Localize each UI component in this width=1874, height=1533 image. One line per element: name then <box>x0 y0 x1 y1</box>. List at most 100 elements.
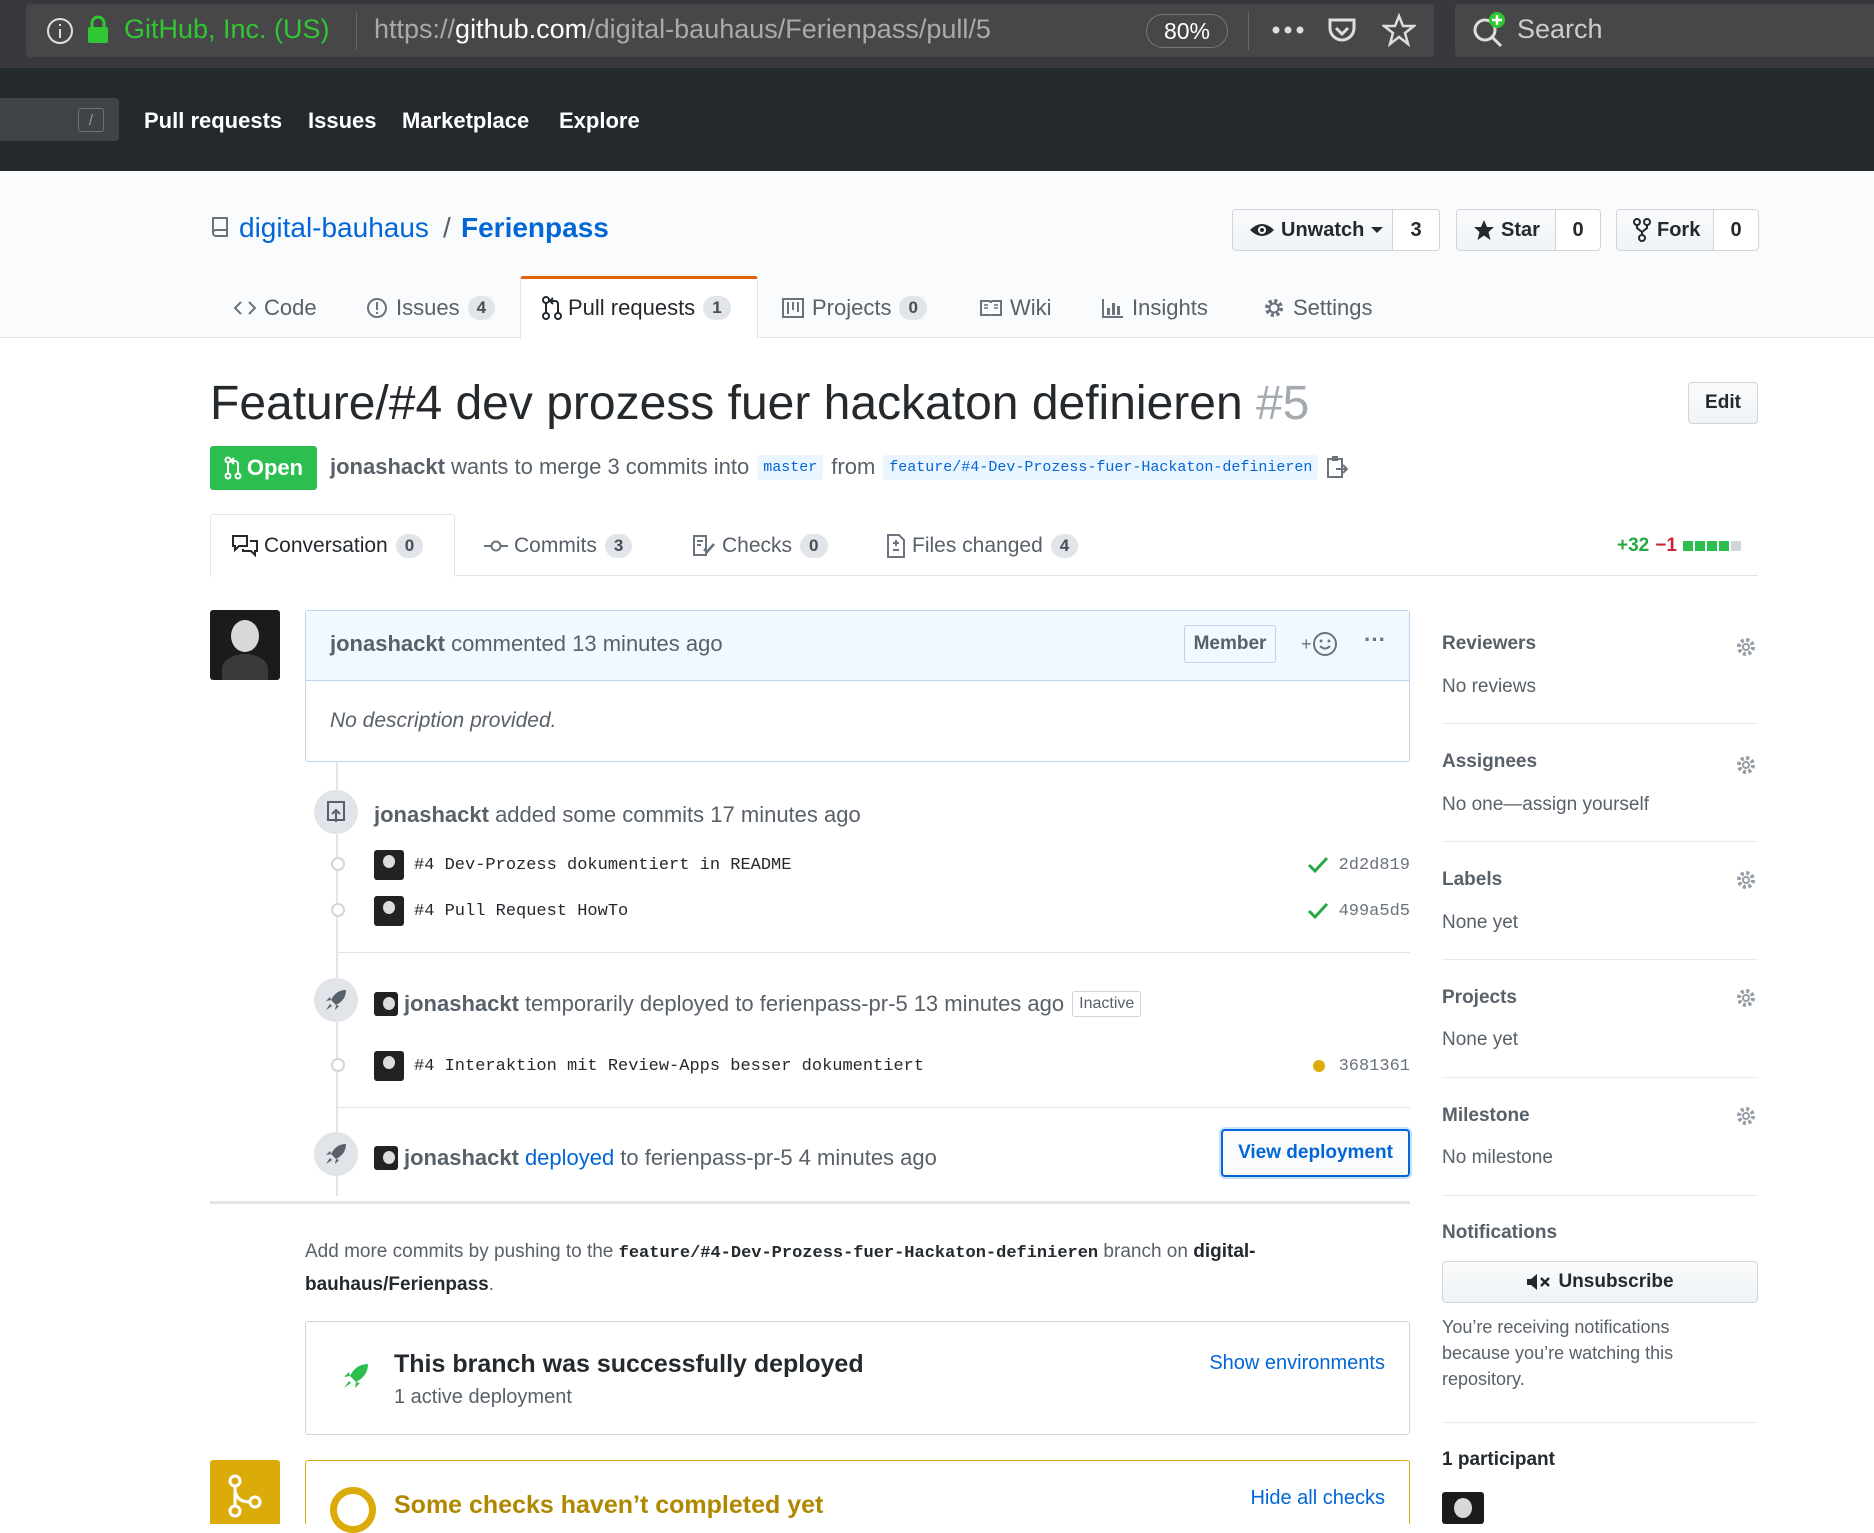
gear-icon[interactable] <box>1735 754 1757 776</box>
commit-avatar[interactable] <box>374 850 404 880</box>
repo-name-link[interactable]: Ferienpass <box>461 212 609 244</box>
participant-avatar[interactable] <box>1442 1492 1484 1524</box>
header-search-input[interactable]: / <box>0 98 119 141</box>
comment-more-button[interactable]: ··· <box>1364 627 1386 653</box>
base-branch[interactable]: master <box>757 454 824 480</box>
hide-all-checks-link[interactable]: Hide all checks <box>1250 1487 1385 1510</box>
tab-insights[interactable]: Insights <box>1102 278 1208 338</box>
head-branch[interactable]: feature/#4-Dev-Prozess-fuer-Hackaton-def… <box>883 454 1319 480</box>
gear-icon[interactable] <box>1735 987 1757 1009</box>
tab-files-changed[interactable]: Files changed 4 <box>886 516 1079 576</box>
sidebar-assignees-title[interactable]: Assignees <box>1442 751 1537 773</box>
pr-author-link[interactable]: jonashackt <box>330 454 445 480</box>
forks-count[interactable]: 0 <box>1713 209 1759 251</box>
deploy-author[interactable]: jonashackt <box>404 1145 519 1171</box>
deploy-time[interactable]: 4 minutes ago <box>799 1145 937 1171</box>
view-deployment-button[interactable]: View deployment <box>1221 1129 1410 1177</box>
tab-conversation[interactable]: Conversation 0 <box>232 516 424 576</box>
commits-event-time[interactable]: 17 minutes ago <box>710 802 860 827</box>
url-bar[interactable]: GitHub, Inc. (US) https://github.com/dig… <box>26 4 1434 57</box>
merge-info-mid: branch on <box>1103 1241 1188 1262</box>
show-environments-link[interactable]: Show environments <box>1209 1352 1385 1375</box>
sidebar-assignees-value[interactable]: No one—assign yourself <box>1442 794 1649 816</box>
deploy-avatar[interactable] <box>374 992 398 1016</box>
deployed-link[interactable]: deployed <box>525 1145 614 1171</box>
fork-button[interactable]: Fork <box>1616 209 1714 251</box>
commit-avatar[interactable] <box>374 1051 404 1081</box>
pocket-icon[interactable] <box>1326 14 1358 46</box>
repo-icon <box>212 217 228 237</box>
author-avatar[interactable] <box>210 610 280 680</box>
watchers-count[interactable]: 3 <box>1392 209 1440 251</box>
smiley-icon <box>1312 632 1337 656</box>
comment-action: commented <box>451 631 567 656</box>
git-pull-request-icon <box>224 456 242 480</box>
site-identity[interactable]: GitHub, Inc. (US) <box>124 14 330 45</box>
repo-push-icon <box>327 801 345 822</box>
commit-row: #4 Interaktion mit Review-Apps besser do… <box>374 1046 1410 1086</box>
sidebar-reviewers-title[interactable]: Reviewers <box>1442 633 1536 655</box>
url-prefix: https:// <box>374 14 456 44</box>
tab-pull-requests-count: 1 <box>703 296 731 320</box>
pending-status-dot[interactable] <box>1312 1060 1325 1072</box>
tab-conversation-count: 0 <box>395 534 424 558</box>
commit-sha[interactable]: 499a5d5 <box>1339 902 1410 921</box>
more-actions-icon[interactable] <box>1270 20 1306 40</box>
tab-pull-requests-label: Pull requests <box>568 295 696 320</box>
tab-commits[interactable]: Commits 3 <box>484 516 633 576</box>
checks-title: Some checks haven’t completed yet <box>394 1491 824 1519</box>
divider <box>1248 12 1249 50</box>
zoom-indicator[interactable]: 80% <box>1146 14 1228 48</box>
deploy-time[interactable]: 13 minutes ago <box>914 991 1064 1017</box>
tab-settings[interactable]: Settings <box>1263 278 1373 338</box>
sidebar-milestone-title[interactable]: Milestone <box>1442 1105 1530 1127</box>
nav-issues[interactable]: Issues <box>308 108 377 134</box>
comment-author[interactable]: jonashackt <box>330 631 445 656</box>
commit-sha[interactable]: 3681361 <box>1339 1057 1410 1076</box>
commit-avatar[interactable] <box>374 896 404 926</box>
tab-issues[interactable]: Issues 4 <box>366 278 496 338</box>
url-text[interactable]: https://github.com/digital-bauhaus/Ferie… <box>374 14 991 45</box>
commits-event-text: added some commits <box>495 802 705 827</box>
gear-icon[interactable] <box>1735 1105 1757 1127</box>
check-icon[interactable] <box>1307 856 1329 874</box>
url-domain: github.com <box>455 14 588 44</box>
tab-checks[interactable]: Checks 0 <box>692 516 828 576</box>
deploy-author[interactable]: jonashackt <box>404 991 519 1017</box>
diffstat[interactable]: +32 −1 <box>1617 535 1741 557</box>
nav-pull-requests[interactable]: Pull requests <box>144 108 282 134</box>
edit-title-button[interactable]: Edit <box>1688 382 1758 424</box>
add-reaction-button[interactable]: + <box>1301 631 1338 657</box>
tab-pull-requests[interactable]: Pull requests 1 <box>542 278 731 338</box>
unwatch-button[interactable]: Unwatch <box>1232 209 1393 251</box>
deploy-avatar[interactable] <box>374 1146 398 1170</box>
commit-message[interactable]: #4 Interaktion mit Review-Apps besser do… <box>414 1057 924 1076</box>
star-button[interactable]: Star <box>1456 209 1556 251</box>
unsubscribe-button[interactable]: Unsubscribe <box>1442 1261 1758 1303</box>
nav-explore[interactable]: Explore <box>559 108 640 134</box>
commit-message[interactable]: #4 Pull Request HowTo <box>414 902 628 921</box>
fork-label: Fork <box>1657 218 1701 241</box>
comment-time[interactable]: 13 minutes ago <box>572 631 722 656</box>
nav-marketplace[interactable]: Marketplace <box>402 108 529 134</box>
gear-icon[interactable] <box>1735 636 1757 658</box>
commit-message[interactable]: #4 Dev-Prozess dokumentiert in README <box>414 856 791 875</box>
commit-sha[interactable]: 2d2d819 <box>1339 856 1410 875</box>
info-icon[interactable] <box>46 17 74 45</box>
mute-icon <box>1527 1274 1551 1290</box>
tab-projects[interactable]: Projects 0 <box>782 278 927 338</box>
clippy-icon[interactable] <box>1326 455 1349 479</box>
bookmark-star-icon[interactable] <box>1382 13 1416 47</box>
sidebar-labels-title[interactable]: Labels <box>1442 869 1502 891</box>
commits-event-author[interactable]: jonashackt <box>374 802 489 827</box>
tab-code[interactable]: Code <box>234 278 317 338</box>
gear-icon[interactable] <box>1735 869 1757 891</box>
check-icon[interactable] <box>1307 902 1329 920</box>
deploy-event-1: jonashackt temporarily deployed to ferie… <box>374 991 1142 1017</box>
stars-count[interactable]: 0 <box>1555 209 1601 251</box>
browser-search-box[interactable]: Search <box>1455 4 1874 57</box>
repo-owner-link[interactable]: digital-bauhaus <box>239 212 429 244</box>
star-icon <box>1474 220 1494 240</box>
sidebar-projects-title[interactable]: Projects <box>1442 987 1517 1009</box>
tab-wiki[interactable]: Wiki <box>980 278 1052 338</box>
